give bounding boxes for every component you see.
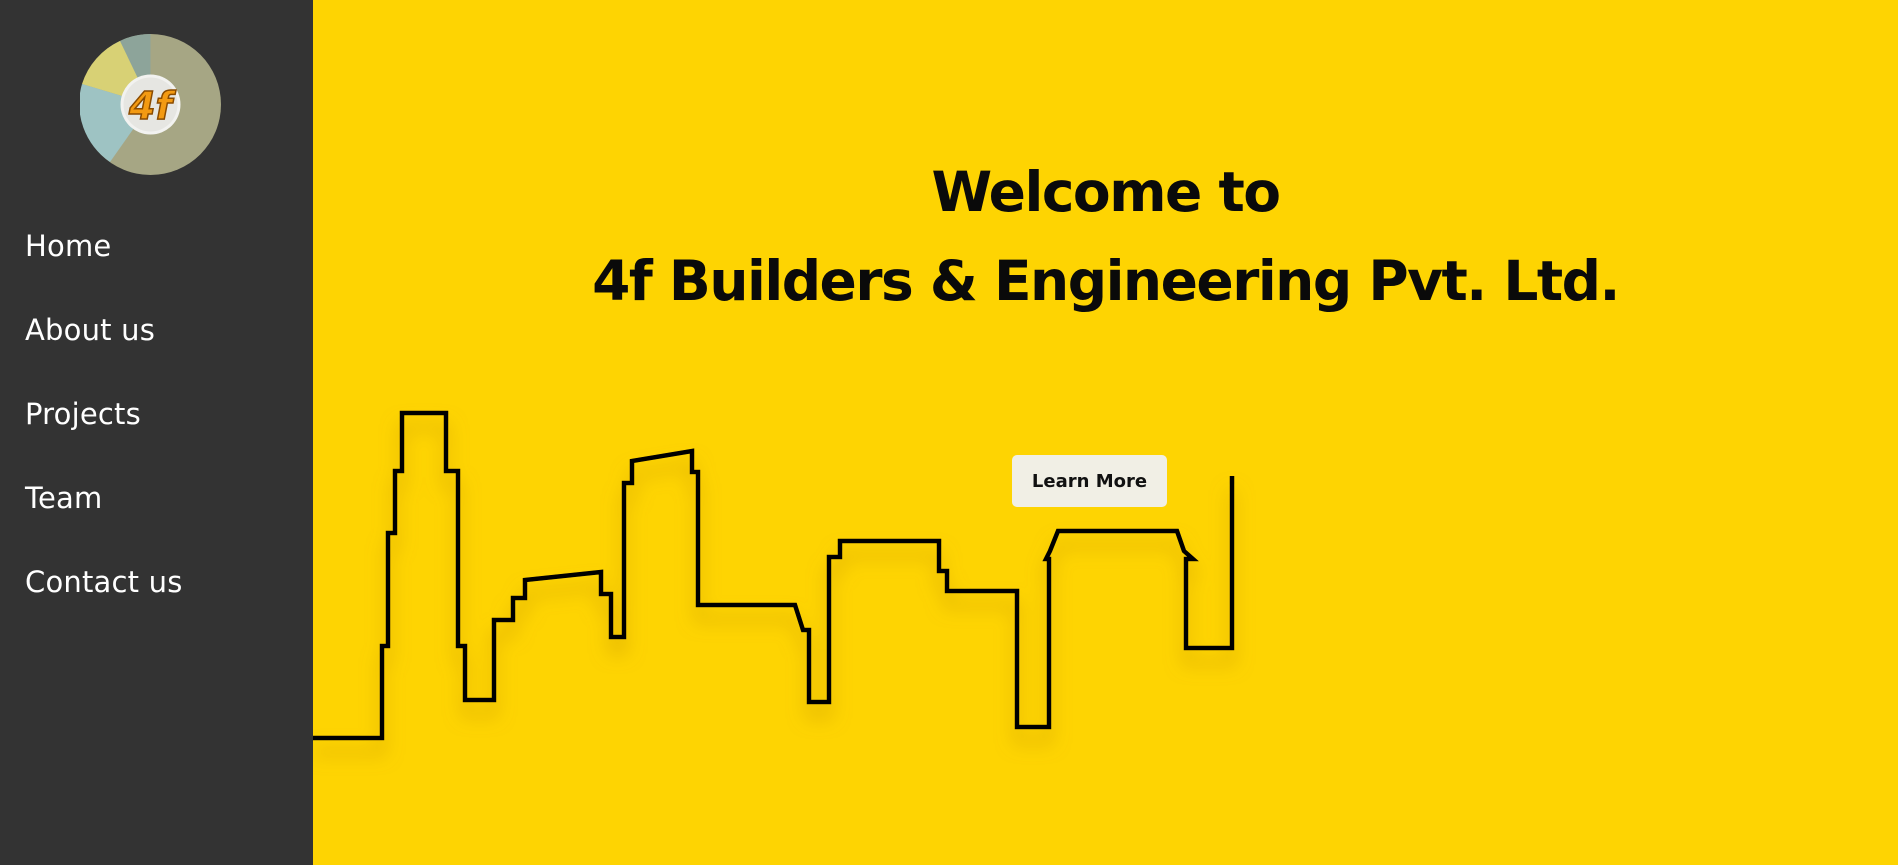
sidebar: 4f Home About us Projects Team Contact u…: [0, 0, 313, 865]
hero-headline: Welcome to 4f Builders & Engineering Pvt…: [313, 148, 1898, 326]
nav-link-contact[interactable]: Contact us: [25, 568, 183, 597]
nav-item-contact: Contact us: [25, 568, 183, 652]
nav-item-projects: Projects: [25, 400, 183, 484]
learn-more-button[interactable]: Learn More: [1012, 455, 1167, 507]
nav-link-about[interactable]: About us: [25, 316, 155, 345]
headline-line-company: 4f Builders & Engineering Pvt. Ltd.: [592, 249, 1620, 313]
site-logo[interactable]: 4f: [79, 33, 221, 175]
hero-section: Welcome to 4f Builders & Engineering Pvt…: [313, 0, 1898, 865]
nav-link-projects[interactable]: Projects: [25, 400, 141, 429]
nav-item-home: Home: [25, 232, 183, 316]
headline-line-welcome: Welcome to: [931, 160, 1281, 224]
nav-item-team: Team: [25, 484, 183, 568]
nav-item-about: About us: [25, 316, 183, 400]
main-nav: Home About us Projects Team Contact us: [25, 232, 183, 652]
nav-link-team[interactable]: Team: [25, 484, 102, 513]
logo-text: 4f: [128, 84, 176, 128]
logo-emblem: 4f: [79, 33, 221, 175]
page: 4f Home About us Projects Team Contact u…: [0, 0, 1898, 865]
city-skyline-illustration: [313, 410, 1235, 741]
nav-link-home[interactable]: Home: [25, 232, 111, 261]
